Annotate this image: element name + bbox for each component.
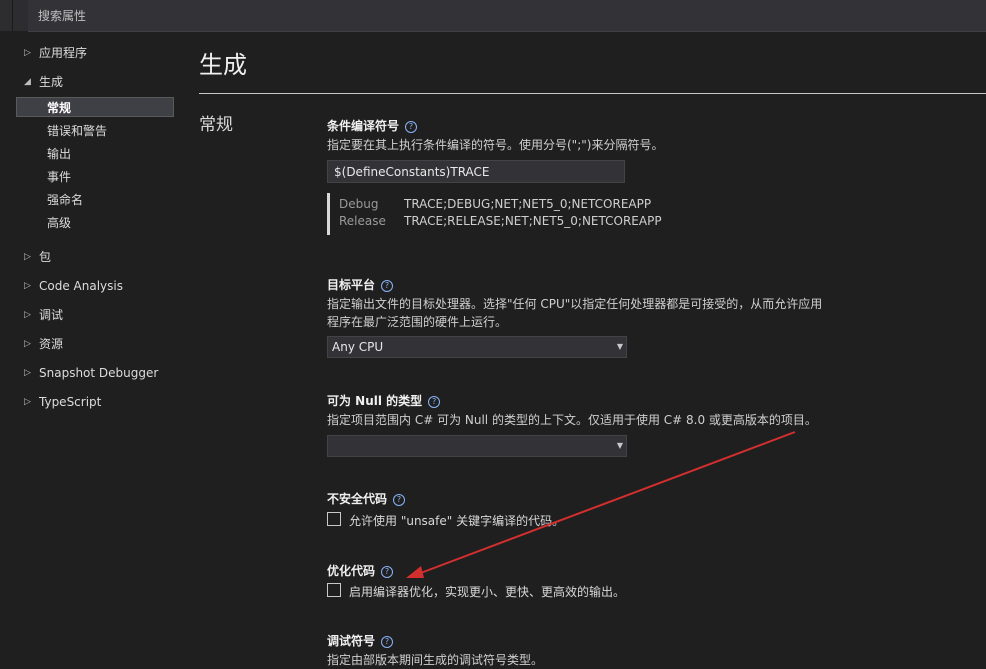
annotation-arrow-head [406, 566, 424, 578]
annotation-arrow [406, 431, 796, 578]
annotation-arrow-line [417, 431, 796, 575]
